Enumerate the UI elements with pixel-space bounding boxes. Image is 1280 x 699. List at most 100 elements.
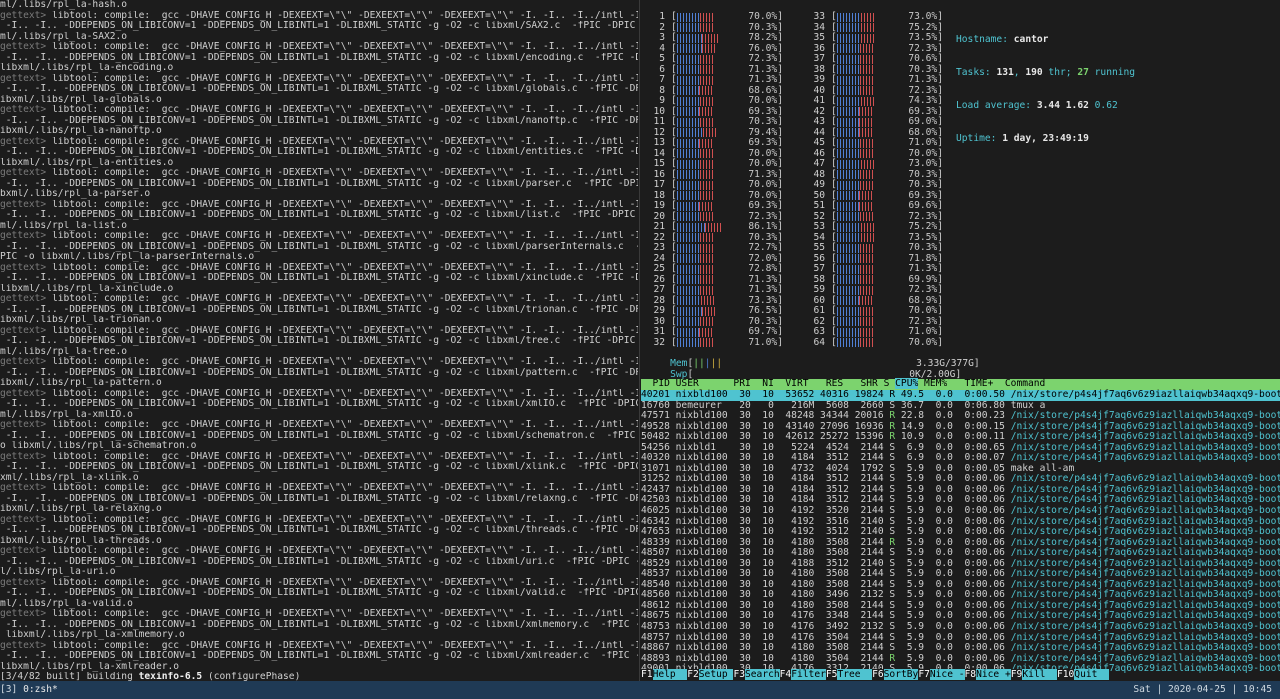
fkey-label[interactable]: Search [745,669,780,680]
cpu-bar-fill-system [859,201,874,211]
process-command: /nix/store/p4s4jf7aq6v6z9iazllaiqwb34aqx… [1010,642,1280,654]
cpu-index: 51 [813,200,825,211]
build-log-text: libtool: compile: gcc -DHAVE_CONFIG_H -D… [51,262,638,273]
build-log-line: -I.. -I.. -DDEPENDS_ON_LIBICONV=1 -DDEPE… [0,431,638,442]
build-log-text: ml/.libs/rpl_la-tree.o [0,346,128,357]
cpu-index: 29 [653,305,665,316]
fkey-f9[interactable]: F9 [1010,669,1023,680]
tmux-session[interactable]: [3] [0,684,23,695]
cpu-percent: 73.5% [908,32,938,43]
fkey-label[interactable]: Tree [837,669,873,680]
cpu-bar-fill [836,170,860,180]
cpu-index: 55 [813,242,825,253]
process-fields: 46025 nixbld100 30 10 4192 3520 2144 [641,505,890,517]
tmux-window-tab[interactable]: 0:zsh* [23,684,58,695]
cpu-bar-fill [676,23,700,33]
cpu-bar: [71.3%] [671,284,783,295]
process-fields: 48893 nixbld100 30 10 4180 3504 2144 [641,652,890,664]
terminal-pane-htop[interactable]: 1[70.0%] 2[70.3%] 3[78.2%] 4[76.0%] 5[72.3%]… [641,0,1280,681]
build-log-line: gettext> libtool: compile: gcc -DHAVE_CO… [0,515,638,526]
fkey-f1[interactable]: F1 [641,669,653,680]
process-command: /nix/store/p4s4jf7aq6v6z9iazllaiqwb34aqx… [1010,410,1280,422]
build-log-text: ibxml/.libs/rpl_la-globals.o [0,94,162,105]
cpu-bar-fill-system [860,285,875,295]
fkey-f5[interactable]: F5 [825,669,838,680]
pane-divider[interactable] [639,0,640,681]
cpu-index: 15 [653,158,665,169]
header-columns-rest[interactable]: MEM% TIME+ Command [918,378,1045,389]
fkey-label[interactable]: Nice + [976,669,1011,680]
build-log-line: -I.. -I.. -DDEPENDS_ON_LIBICONV=1 -DDEPE… [0,179,638,190]
cpu-percent: 70.0% [748,11,778,22]
cpu-meter: 41 [74.3%] [807,95,943,107]
cpu-bar-fill-system [699,275,715,285]
cpu-meter: 53 [75.2%] [807,221,943,233]
tasks-row: Tasks: 131, 190 thr; 27 running [956,67,1135,78]
process-command: /nix/store/p4s4jf7aq6v6z9iazllaiqwb34aqx… [1010,505,1280,517]
header-columns[interactable]: PID USER PRI NI VIRT RES SHR S [641,378,895,389]
process-fields: 50482 nixbld100 30 10 42612 25272 15396 [641,431,890,443]
process-usage: 5.9 0.0 0:00.06 [895,589,1011,601]
cpu-bar-fill [676,107,700,117]
build-log-line: ibxml/.libs/rpl_la-nanoftp.o [0,126,638,137]
cpu-bar: [70.3%] [671,116,783,127]
build-log-line: bxml/.libs/rpl_la-parser.o [0,189,638,200]
cpu-bar-fill-system [699,191,714,201]
fkey-label[interactable]: Setup [698,669,734,680]
build-log-line: PIC -o libxml/.libs/rpl_la-parserInterna… [0,252,638,263]
shell-prompt: gettext> [0,451,52,462]
fkey-f4[interactable]: F4 [779,669,792,680]
cpu-meter: 55 [70.3%] [807,242,943,254]
cpu-bar-fill [676,44,702,54]
process-command: /nix/store/p4s4jf7aq6v6z9iazllaiqwb34aqx… [1010,652,1280,664]
fkey-f3[interactable]: F3 [733,669,745,680]
cpu-bar-fill-system [700,254,715,264]
build-log-line: gettext> libtool: compile: gcc -DHAVE_CO… [0,578,638,589]
process-fields: 48560 nixbld100 30 10 4180 3496 2132 [641,589,890,601]
build-log-text: -I.. -I.. -DDEPENDS_ON_LIBICONV=1 -DDEPE… [0,304,638,315]
cpu-index: 3 [659,32,665,43]
build-log-line: ibxml/.libs/rpl_la-globals.o [0,95,638,106]
fkey-label[interactable]: Quit [1074,669,1109,680]
header-sort-cpu[interactable]: CPU% [895,378,919,389]
fkey-f2[interactable]: F2 [687,669,699,680]
fkey-f10[interactable]: F10 [1056,669,1075,680]
cpu-meter: 25 [72.8%] [647,263,783,275]
build-log-text: bxml/.libs/rpl_la-parser.o [0,189,151,199]
cpu-bar-fill-system [699,159,714,169]
cpu-index: 39 [813,74,825,85]
cpu-bar-fill-system [860,12,876,22]
fkey-f8[interactable]: F8 [964,669,977,680]
build-log-text: ml/.libs/rpl_la-SAX2.o [0,31,128,42]
build-status-prefix: [3/4/82 built] building [0,672,139,681]
process-command: /nix/store/p4s4jf7aq6v6z9iazllaiqwb34aqx… [1010,589,1280,601]
cpu-percent: 69.6% [908,200,938,211]
terminal-pane-build-log[interactable]: ml/.libs/rpl_la-hash.o gettext> libtool: … [0,0,638,681]
process-command: /nix/store/p4s4jf7aq6v6z9iazllaiqwb34aqx… [1010,621,1280,633]
load-1min: 3.44 [1036,100,1060,111]
fkey-label[interactable]: Nice - [929,669,965,680]
fkey-label[interactable]: Filter [791,669,826,680]
build-log-text: libtool: compile: gcc -DHAVE_CONFIG_H -D… [51,640,638,651]
fkey-f6[interactable]: F6 [872,669,884,680]
cpu-bar-fill-system [860,233,876,243]
process-fields: 46342 nixbld100 30 10 4192 3516 2140 [641,515,890,527]
fkey-f7[interactable]: F7 [918,669,930,680]
cpu-percent: 70.3% [908,242,938,253]
fkey-label[interactable]: SortBy [883,669,919,680]
cpu-meter: 39 [71.3%] [807,74,943,86]
cpu-bar-fill [676,54,701,64]
fkey-label[interactable]: Kill [1022,669,1057,680]
cpu-meter: 32 [71.0%] [647,337,783,349]
cpu-percent: 70.0% [748,95,778,106]
fkey-label[interactable]: Help [652,669,688,680]
build-log-text: -I.. -I.. -DDEPENDS_ON_LIBICONV=1 -DDEPE… [0,21,638,31]
process-command: /nix/store/p4s4jf7aq6v6z9iazllaiqwb34aqx… [1010,452,1280,464]
process-command: /nix/store/p4s4jf7aq6v6z9iazllaiqwb34aqx… [1010,515,1280,527]
process-list[interactable]: 40201 nixbld100 30 10 53652 40316 19824 … [641,389,1280,675]
build-log-line: libxml/.libs/rpl_la-xinclude.o [0,284,638,295]
shell-prompt: gettext> [0,73,52,84]
cpu-bar-fill-system [859,180,874,190]
cpu-bar-fill [836,275,860,285]
cpu-bar-fill-system [699,201,714,211]
